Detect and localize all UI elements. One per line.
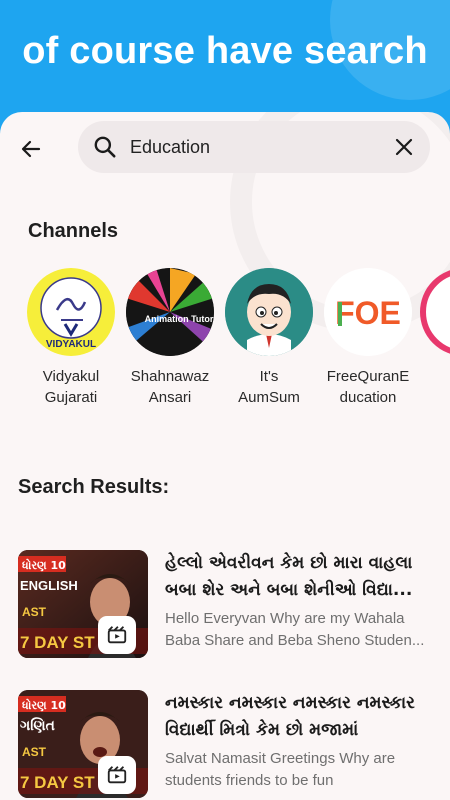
channels-heading: Channels (28, 220, 119, 242)
svg-text:ધોરણ 10: ધોરણ 10 (22, 558, 66, 572)
channel-name: Shahnawaz Ansari (130, 368, 210, 406)
svg-text:ENGLISH: ENGLISH (20, 578, 78, 593)
result-description: Salvat Namasit Greetings Why are student… (165, 750, 396, 789)
avatar-text: FOE (335, 295, 401, 331)
banner-title: of course have search (22, 30, 428, 72)
channel-name: FreeQuranE ducation (326, 368, 410, 406)
svg-text:AST: AST (22, 605, 47, 619)
search-input[interactable] (130, 131, 380, 163)
shorts-icon (107, 626, 127, 644)
aumsum-logo (225, 268, 313, 356)
result-title[interactable]: નમસ્કાર નમસ્કાર નમસ્કાર નમસ્કાર વિદ્યાર્… (165, 690, 435, 744)
avatar (225, 268, 313, 356)
channel-item-aumsum[interactable]: It's AumSum (219, 268, 319, 408)
search-screen: Channels VIDYAKUL Vidyakul Gujarati (0, 112, 450, 800)
search-results-heading: Search Results: (18, 476, 170, 498)
avatar-text: VIDYAKUL (46, 339, 96, 350)
search-icon[interactable] (92, 134, 118, 160)
svg-text:ગણિત: ગણિત (20, 717, 55, 734)
avatar: Animation Tutorial (126, 268, 214, 356)
video-thumbnail[interactable]: ધોરણ 10 ગણિત AST 7 DAY ST (18, 690, 148, 798)
shorts-badge (98, 616, 136, 654)
animation-tutorial-logo: Animation Tutorial (126, 268, 214, 356)
channel-name: Vidyakul Gujarati (42, 368, 100, 406)
channel-name: It's AumSum (238, 368, 300, 406)
svg-text:7 DAY ST: 7 DAY ST (20, 633, 95, 652)
foe-logo: FOE (324, 268, 412, 356)
result-title[interactable]: હેલ્લો એવરીવન કેમ છો મારા વાહલા બબા શેર … (165, 550, 435, 604)
back-arrow-icon (21, 140, 41, 158)
avatar: FOE (324, 268, 412, 356)
channels-row[interactable]: VIDYAKUL Vidyakul Gujarati Animation Tut… (0, 268, 450, 408)
channel-item-shahnawaz-ansari[interactable]: Animation Tutorial Shahnawaz Ansari (120, 268, 220, 408)
avatar (420, 268, 450, 356)
channel-item-vidyakul[interactable]: VIDYAKUL Vidyakul Gujarati (21, 268, 121, 408)
channel-item-partial[interactable] (420, 268, 450, 356)
channel-item-freequraneducation[interactable]: FOE FreeQuranE ducation (318, 268, 418, 408)
shorts-icon (107, 766, 127, 784)
svg-text:AST: AST (22, 745, 47, 759)
video-thumbnail[interactable]: ધોરણ 10 ENGLISH AST 7 DAY ST (18, 550, 148, 658)
avatar: VIDYAKUL (27, 268, 115, 356)
result-item[interactable]: ધોરણ 10 ENGLISH AST 7 DAY ST હેલ્લો એવરી… (0, 550, 450, 680)
vidyakul-logo: VIDYAKUL (27, 268, 115, 356)
avatar-text: Animation Tutorial (145, 314, 214, 324)
promo-banner: of course have search (0, 0, 450, 130)
result-description: Hello Everyvan Why are my Wahala Baba Sh… (165, 610, 425, 649)
svg-text:ધોરણ 10: ધોરણ 10 (22, 698, 66, 712)
svg-text:7 DAY ST: 7 DAY ST (20, 773, 95, 792)
back-button[interactable] (14, 132, 48, 166)
search-bar[interactable] (78, 121, 430, 173)
result-item[interactable]: ધોરણ 10 ગણિત AST 7 DAY ST નમસ્કાર નમસ્કા… (0, 690, 450, 800)
clear-icon[interactable] (392, 135, 416, 159)
shorts-badge (98, 756, 136, 794)
